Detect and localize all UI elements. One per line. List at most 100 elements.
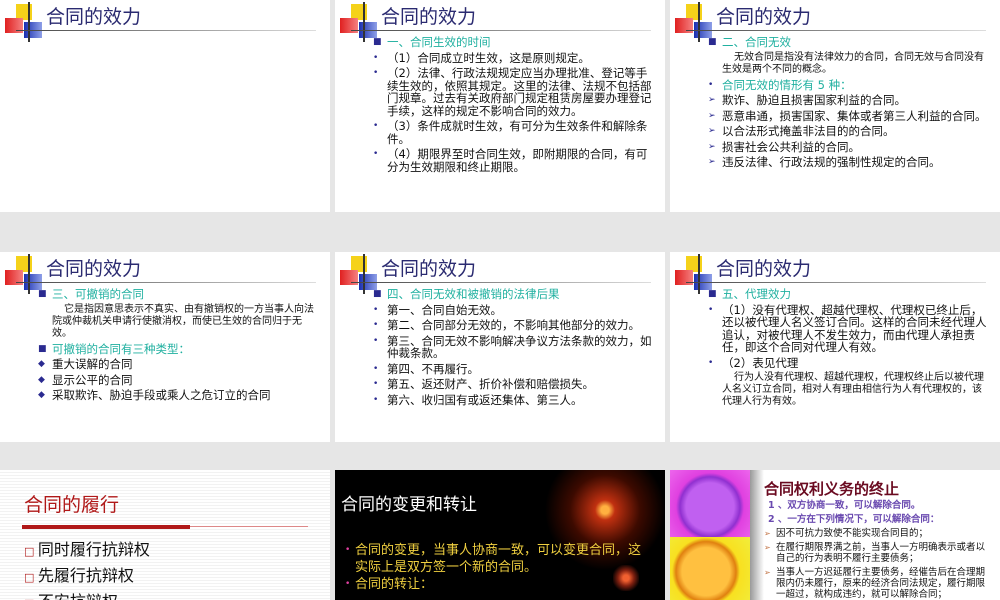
- slide-thumbnail-6[interactable]: 合同的效力 ■ 五、代理效力 • （1）没有代理权、超越代理权、代理权已终止后，还以被代…: [670, 252, 1000, 442]
- slide-thumbnail-3[interactable]: 合同的效力 ■ 二、合同无效无效合同是指没有法律效力的合同，合同无效与合同没有生效是…: [670, 0, 1000, 212]
- bullet-icon: •: [373, 68, 379, 78]
- slide-title: 合同的履行: [24, 494, 120, 516]
- slide-title: 合同的效力: [381, 258, 477, 280]
- slide-logo-icon: [339, 254, 651, 294]
- list-item: ■ 二、合同无效: [708, 36, 990, 49]
- list-item: • 合同无效的情形有 5 种：: [708, 77, 990, 92]
- item-text: （2）表见代理: [722, 355, 799, 370]
- slide-title: 合同的效力: [716, 6, 812, 28]
- image-shadow: [750, 470, 764, 600]
- bullet-icon: •: [708, 79, 714, 90]
- list-item: ■ 可撤销的合同有三种类型：: [38, 341, 320, 356]
- square-bullet-icon: □: [24, 571, 38, 584]
- bullet-icon: ◆: [38, 374, 45, 385]
- item-text: 同时履行抗辩权: [37, 540, 150, 559]
- item-text: 合同的转让：: [355, 577, 434, 592]
- bullet-icon: •: [708, 304, 714, 315]
- title-underline: [22, 525, 190, 529]
- item-text: 第五、返还财产、折价补偿和赔偿损失。: [387, 377, 594, 391]
- bullet-icon: •: [373, 394, 379, 405]
- item-text: 2 、一方在下列情况下，可以解除合同：: [768, 514, 940, 525]
- item-text: （1）没有代理权、超越代理权、代理权已终止后，还以被代理人名义签订合同。这样的合…: [722, 302, 987, 354]
- slide-logo-icon: [4, 254, 316, 294]
- list-item: ➢ 损害社会公共利益的合同。: [708, 139, 990, 154]
- bullet-icon: ➢: [708, 126, 716, 136]
- list-item: • （1）合同成立时生效，这是原则规定。: [373, 50, 655, 65]
- slide-thumbnail-1[interactable]: 合同的效力: [0, 0, 330, 212]
- arrow-bullet-icon: ➢: [764, 543, 771, 552]
- slide-thumbnail-7[interactable]: 合同的履行 □ 同时履行抗辩权 □ 先履行抗辩权 □ 不安抗辩权: [0, 470, 330, 600]
- item-text: 三、可撤销的合同: [52, 287, 144, 301]
- item-text: 以合法形式掩盖非法目的的合同。: [722, 124, 895, 138]
- bullet-icon: •: [708, 357, 714, 368]
- list-item: ➢ 当事人一方迟延履行主要债务，经催告后在合理期限内仍未履行，原来的经济合同法规定…: [764, 567, 994, 600]
- slide-body: ■ 二、合同无效无效合同是指没有法律效力的合同，合同无效与合同没有生效是两个不同的…: [708, 36, 990, 172]
- item-text: 第六、收归国有或返还集体、第三人。: [387, 392, 583, 407]
- title-rule: [190, 526, 308, 527]
- slide-thumbnail-5[interactable]: 合同的效力 ■ 四、合同无效和被撤销的法律后果 • 第一、合同自始无效。 • 第二、合同部分…: [335, 252, 665, 442]
- slide-thumbnail-2[interactable]: 合同的效力 ■ 一、合同生效的时间 • （1）合同成立时生效，这是原则规定。 • （2）法律…: [335, 0, 665, 212]
- slide-title: 合同的效力: [46, 6, 142, 28]
- bullet-icon: •: [373, 304, 379, 315]
- bullet-icon: ■: [373, 289, 382, 299]
- slide-title: 合同的效力: [716, 258, 812, 280]
- clock-image-purple: [670, 470, 750, 537]
- item-text: 一、合同生效的时间: [387, 35, 491, 49]
- item-text: 合同的变更，当事人协商一致，可以变更合同，这实际上是双方签一个新的合同。: [355, 543, 642, 575]
- list-item: ➢ 以合法形式掩盖非法目的的合同。: [708, 125, 990, 138]
- slide-thumbnail-4[interactable]: 合同的效力 ■ 三、可撤销的合同 它是指因意思表示不真实、由有撤销权的一方当事人向法院…: [0, 252, 330, 442]
- item-text: 违反法律、行政法规的强制性规定的合同。: [722, 155, 941, 169]
- paragraph: 它是指因意思表示不真实、由有撤销权的一方当事人向法院或仲裁机关申请行使撤消权，而…: [52, 303, 314, 339]
- slide-body: ■ 三、可撤销的合同 它是指因意思表示不真实、由有撤销权的一方当事人向法院或仲裁机关…: [38, 288, 320, 405]
- slide-title: 合同的效力: [46, 258, 142, 280]
- bullet-icon: ➢: [708, 157, 716, 167]
- slide-thumbnail-9[interactable]: 合同权利义务的终止 1 、双方协商一致，可以解除合同。 2 、一方在下列情况下，可…: [670, 470, 1000, 600]
- item-text: 五、代理效力: [722, 287, 791, 301]
- slide-logo-icon: [4, 2, 316, 42]
- item-text: 第四、不再履行。: [387, 361, 479, 376]
- item-text: 不安抗辩权: [38, 592, 118, 600]
- bullet-icon: ■: [373, 37, 382, 47]
- item-text: 合同无效的情形有 5 种：: [722, 77, 852, 92]
- bullet-icon: ◆: [38, 390, 45, 400]
- slide-body: ■ 五、代理效力 • （1）没有代理权、超越代理权、代理权已终止后，还以被代理人名义签…: [708, 288, 990, 411]
- list-item: • 第一、合同自始无效。: [373, 302, 655, 317]
- list-item: ◆ 采取欺诈、胁迫手段或乘人之危订立的合同: [38, 389, 320, 402]
- list-item: • 合同的变更，当事人协商一致，可以变更合同，这实际上是双方签一个新的合同。: [345, 542, 645, 576]
- item-text: （2）法律、行政法规规定应当办理批准、登记等手续生效的，依照其规定。这里的法律、…: [387, 66, 652, 118]
- bullet-icon: ➢: [708, 141, 716, 152]
- list-item: 1 、双方协商一致，可以解除合同。: [764, 500, 994, 511]
- slide-title: 合同权利义务的终止: [764, 480, 900, 498]
- item-text: 第一、合同自始无效。: [387, 302, 502, 317]
- item-text: 因不可抗力致使不能实现合同目的；: [776, 528, 929, 539]
- list-item: • （2）表见代理: [708, 355, 990, 370]
- item-text: 可撤销的合同有三种类型：: [52, 341, 190, 356]
- list-item: ➢ 恶意串通，损害国家、集体或者第三人利益的合同。: [708, 109, 990, 123]
- item-text: 重大误解的合同: [52, 357, 133, 371]
- bullet-icon: •: [345, 545, 351, 555]
- list-item: □ 同时履行抗辩权: [24, 538, 150, 564]
- list-item: • 合同的转让：: [345, 576, 645, 593]
- item-text: 先履行抗辩权: [37, 566, 134, 585]
- list-item: □ 先履行抗辩权: [24, 564, 150, 590]
- bullet-icon: ➢: [708, 95, 716, 105]
- slide-logo-icon: [674, 2, 986, 42]
- list-item: ■ 四、合同无效和被撤销的法律后果: [373, 288, 655, 301]
- list-item: □ 不安抗辩权: [24, 590, 150, 600]
- slide-thumbnail-8[interactable]: 合同的变更和转让 • 合同的变更，当事人协商一致，可以变更合同，这实际上是双方签一…: [335, 470, 665, 600]
- list-item: • （3）条件成就时生效，有可分为生效条件和解除条件。: [373, 120, 655, 145]
- list-item: ◆ 显示公平的合同: [38, 373, 320, 387]
- arrow-bullet-icon: ➢: [764, 529, 771, 538]
- list-item: • 第二、合同部分无效的，不影响其他部分的效力。: [373, 319, 655, 332]
- item-text: 第二、合同部分无效的，不影响其他部分的效力。: [387, 318, 640, 332]
- list-item: • 第五、返还财产、折价补偿和赔偿损失。: [373, 378, 655, 391]
- item-text: 第三、合同无效不影响解决争议方法条款的效力，如仲裁条款。: [387, 333, 652, 360]
- item-text: 采取欺诈、胁迫手段或乘人之危订立的合同: [52, 388, 271, 402]
- list-item: • （2）法律、行政法规规定应当办理批准、登记等手续生效的，依照其规定。这里的法律…: [373, 67, 655, 117]
- item-text: （1）合同成立时生效，这是原则规定。: [387, 50, 590, 65]
- item-text: 损害社会公共利益的合同。: [722, 139, 860, 154]
- paragraph: 无效合同是指没有法律效力的合同，合同无效与合同没有生效是两个不同的概念。: [722, 51, 984, 75]
- bullet-icon: ■: [708, 37, 717, 47]
- paragraph: 行为人没有代理权、超越代理权，代理权终止后以被代理人名义订立合同，相对人有理由相…: [722, 372, 984, 407]
- bullet-icon: •: [373, 335, 379, 346]
